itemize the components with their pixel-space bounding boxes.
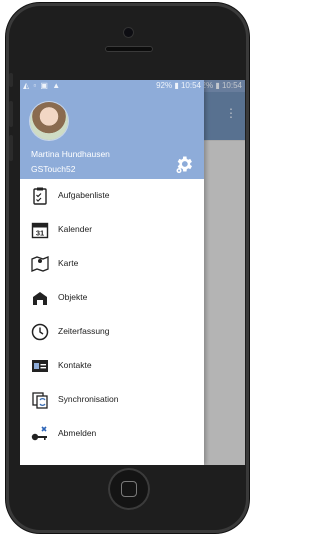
calendar-day-number: 31	[36, 229, 44, 238]
earpiece-speaker	[105, 46, 153, 52]
drawer-status-left-icons: ◭ ▫ ▣ ▲	[23, 81, 62, 90]
menu-item-label: Karte	[58, 258, 79, 268]
menu-item-label: Abmelden	[58, 428, 97, 438]
menu-item-label: Zeiterfassung	[58, 326, 110, 336]
menu-item-kalender[interactable]: 31 Kalender	[20, 217, 204, 243]
front-camera	[124, 28, 133, 37]
user-name: Martina Hundhausen	[31, 149, 110, 159]
drawer-status-right: 92% ▮ 10:54	[156, 81, 201, 90]
home-button[interactable]	[108, 468, 150, 510]
drawer-scrim[interactable]	[204, 80, 245, 465]
clipboard-icon	[33, 187, 47, 205]
menu-item-kontakte[interactable]: Kontakte	[20, 353, 204, 379]
menu-item-karte[interactable]: Karte	[20, 251, 204, 277]
drawer-header: Martina Hundhausen GSTouch52 ◭ ▫ ▣ ▲ 92%…	[20, 80, 204, 179]
settings-gear-icon[interactable]	[174, 154, 194, 174]
clock-icon	[31, 323, 49, 341]
navigation-drawer: Martina Hundhausen GSTouch52 ◭ ▫ ▣ ▲ 92%…	[20, 80, 204, 465]
sync-icon	[32, 392, 48, 409]
objects-icon	[33, 292, 47, 305]
volume-down-button	[9, 135, 13, 161]
menu-item-abmelden[interactable]: Abmelden	[20, 421, 204, 447]
contact-card-icon	[32, 360, 48, 372]
mute-switch	[9, 73, 13, 87]
map-icon	[31, 256, 49, 272]
calendar-icon: 31	[31, 222, 49, 239]
menu-item-label: Synchronisation	[58, 394, 119, 404]
menu-item-label: Kontakte	[58, 360, 92, 370]
menu-item-synchronisation[interactable]: Synchronisation	[20, 387, 204, 413]
drawer-status-bar: ◭ ▫ ▣ ▲ 92% ▮ 10:54	[20, 80, 204, 92]
menu-item-objekte[interactable]: Objekte	[20, 285, 204, 311]
logout-key-icon	[31, 426, 47, 441]
menu-item-label: Objekte	[58, 292, 88, 302]
menu-item-aufgabenliste[interactable]: Aufgabenliste	[20, 183, 204, 209]
menu-item-zeiterfassung[interactable]: Zeiterfassung	[20, 319, 204, 345]
volume-up-button	[9, 101, 13, 127]
avatar[interactable]	[30, 102, 68, 140]
account-name: GSTouch52	[31, 164, 76, 174]
menu-item-label: Aufgabenliste	[58, 190, 110, 200]
menu-item-label: Kalender	[58, 224, 93, 234]
phone-screen: ◭ ▫ ▣ ▲ 92% ▮ 10:54 ⋮ Martina Hundhausen…	[20, 80, 245, 465]
